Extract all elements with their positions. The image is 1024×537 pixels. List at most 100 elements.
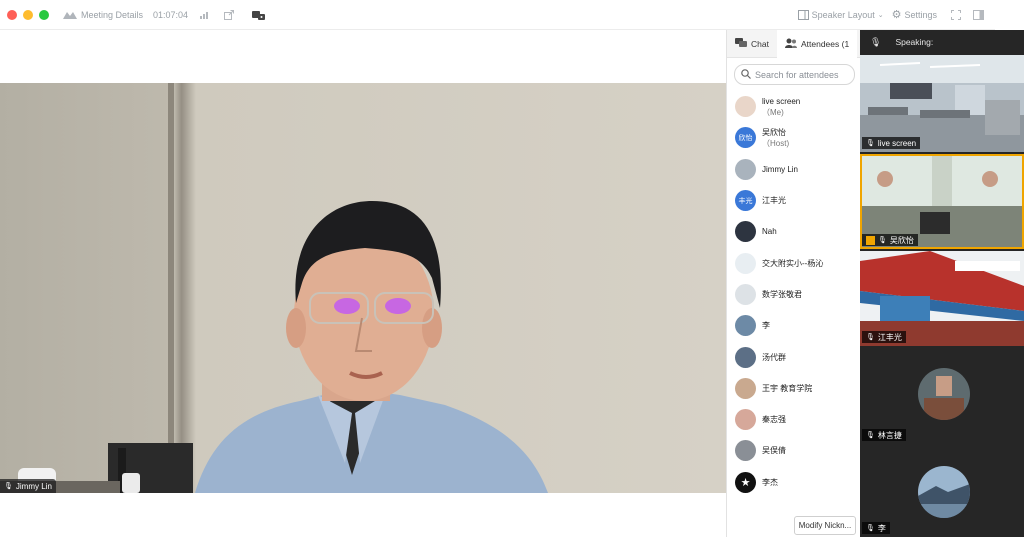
modify-nickname-button[interactable]: Modify Nickn... [794, 516, 856, 535]
tile-label: 🎙 live screen [862, 137, 921, 149]
main-video-area: 🎙 Jimmy Lin [0, 30, 726, 537]
attendee-row[interactable]: 王宇 教育学院 [727, 373, 861, 404]
attendee-name: 李 [762, 321, 770, 331]
attendee-name-block: 数学张敬君 [762, 289, 802, 300]
avatar [735, 158, 756, 180]
speaker-layout-button[interactable]: Speaker Layout ⌄ [797, 9, 884, 20]
panel-tabs: Chat Attendees (1 [727, 29, 860, 58]
speaker-column: 🎙 Speaking: 🎙 live screen 🎙 吴欣怡 🎙 江丰光 🎙 … [860, 30, 1024, 537]
layout-icon [797, 9, 809, 20]
chevron-down-icon: ⌄ [877, 11, 884, 19]
attendee-row[interactable]: 秦志强 [727, 404, 861, 435]
speaker-tile[interactable]: 🎙 李 [860, 446, 1024, 537]
tile-label: 🎙 吴欣怡 [862, 234, 918, 246]
attendee-row[interactable]: 汤代群 [727, 341, 861, 372]
speaker-tile[interactable]: 🎙 江丰光 [860, 251, 1024, 346]
avatar [735, 440, 756, 462]
attendee-row[interactable]: 数学张敬君 [727, 279, 861, 310]
tile-name: 江丰光 [877, 332, 902, 342]
search-placeholder: Search for attendees [755, 69, 839, 80]
title-bar: Meeting Details 01:07:04 Speaker Layout … [0, 0, 995, 30]
gear-icon: ⚙ [891, 9, 902, 21]
attendee-row[interactable]: 吴俣倩 [727, 435, 861, 466]
elapsed-time: 01:07:04 [153, 9, 189, 20]
attendee-row[interactable]: Jimmy Lin [727, 154, 861, 185]
tab-chat-label: Chat [751, 38, 769, 49]
tile-name: 李 [877, 523, 886, 533]
tile-label: 🎙 江丰光 [862, 331, 906, 343]
attendee-name-block: Nah [762, 226, 777, 237]
tile-name: 吴欣怡 [889, 235, 914, 245]
main-speaker-name: Jimmy Lin [15, 481, 52, 491]
participant-avatar [918, 368, 970, 420]
attendee-name-block: 王宇 教育学院 [762, 383, 812, 394]
attendee-row[interactable]: 李 [727, 310, 861, 341]
speaker-tile[interactable]: 🎙 林言捷 [860, 348, 1024, 444]
tab-chat[interactable]: Chat [727, 30, 777, 58]
avatar [735, 315, 756, 337]
attendee-role: （Host) [762, 138, 790, 148]
attendee-name-block: 李 [762, 320, 770, 331]
participant-avatar [918, 466, 970, 518]
attendee-name: 江丰光 [762, 196, 786, 206]
attendee-name-block: 汤代群 [762, 352, 786, 363]
attendee-name-block: Jimmy Lin [762, 164, 798, 175]
attendee-row[interactable]: ★ 李杰 [727, 467, 861, 498]
security-lock-icon[interactable] [252, 8, 266, 22]
tile-name: 林言捷 [877, 430, 902, 440]
share-out-icon[interactable] [222, 8, 236, 22]
attendee-row[interactable]: Nah [727, 216, 861, 247]
avatar [735, 377, 756, 399]
tile-name: live screen [877, 138, 917, 148]
mic-icon: 🎙 [878, 237, 887, 244]
speaker-tile[interactable]: 🎙 live screen [860, 55, 1024, 152]
speaking-mic-icon: 🎙 [870, 36, 882, 47]
avatar [735, 409, 756, 431]
tab-attendees[interactable]: Attendees (1 [776, 29, 858, 58]
signal-strength-icon[interactable] [198, 8, 212, 22]
mic-icon: 🎙 [4, 483, 13, 490]
speaker-layout-label: Speaker Layout [811, 9, 875, 20]
attendee-name: 秦志强 [762, 415, 786, 425]
avatar [735, 346, 756, 368]
attendee-row[interactable]: live screen （Me) [727, 91, 861, 122]
mic-muted-icon: 🎙 [866, 334, 875, 341]
people-icon [784, 38, 797, 50]
maximize-window-button[interactable] [39, 9, 49, 20]
sidebar-toggle-icon[interactable] [971, 8, 985, 22]
attendee-name: live screen [762, 96, 801, 106]
speaking-label: Speaking: [895, 37, 934, 47]
tab-attendees-label: Attendees (1 [800, 38, 850, 49]
settings-button[interactable]: ⚙ Settings [892, 8, 937, 21]
attendee-name-block: 交大附实小--杨沁 [762, 258, 823, 269]
attendee-name-block: live screen （Me) [762, 96, 800, 118]
host-badge-icon [866, 235, 875, 245]
meeting-window: Meeting Details 01:07:04 Speaker Layout … [0, 0, 1024, 537]
attendee-name: Nah [762, 227, 777, 237]
main-video-feed[interactable]: 🎙 Jimmy Lin [0, 83, 726, 493]
attendee-name: Jimmy Lin [762, 164, 799, 174]
settings-label: Settings [904, 9, 937, 20]
attendee-name: 交大附实小--杨沁 [762, 258, 824, 268]
attendee-role: （Me) [762, 107, 784, 117]
fullscreen-icon[interactable] [949, 8, 963, 22]
attendee-row[interactable]: 欣怡 吴欣怡 （Host) [727, 122, 861, 153]
attendee-search-input[interactable]: Search for attendees [734, 64, 855, 85]
attendee-name: 吴欣怡 [762, 127, 786, 137]
app-logo-icon [63, 11, 77, 19]
speaking-header: 🎙 Speaking: [860, 30, 1024, 54]
avatar [735, 96, 756, 118]
meeting-details-link[interactable]: Meeting Details [81, 10, 143, 20]
attendee-name-block: 江丰光 [762, 195, 786, 206]
attendee-row[interactable]: 丰光 江丰光 [727, 185, 861, 216]
minimize-window-button[interactable] [23, 9, 33, 20]
speaker-tile-active[interactable]: 🎙 吴欣怡 [860, 154, 1024, 249]
attendee-name: 李杰 [762, 477, 778, 487]
avatar: 欣怡 [735, 127, 756, 149]
mic-muted-icon: 🎙 [866, 525, 875, 532]
attendee-row[interactable]: 交大附实小--杨沁 [727, 247, 861, 278]
avatar [735, 221, 756, 243]
attendee-panel: Chat Attendees (1 Search for attendees l… [726, 29, 861, 537]
close-window-button[interactable] [7, 9, 17, 20]
tile-label: 🎙 林言捷 [862, 429, 906, 441]
